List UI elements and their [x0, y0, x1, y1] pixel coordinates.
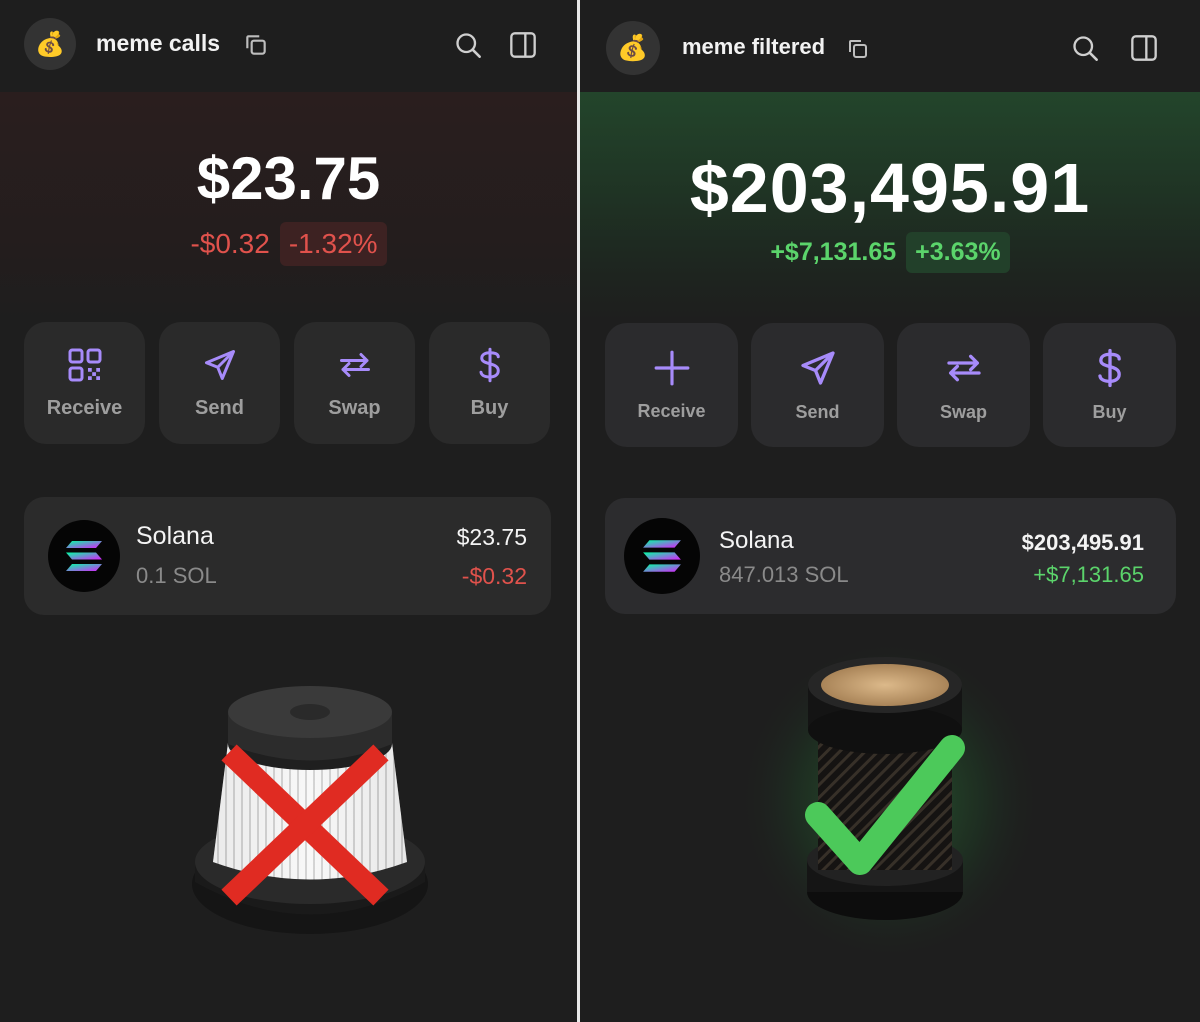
- swap-icon: [339, 352, 370, 377]
- left-wallet-panel: 💰 meme calls $23.75 -$0.32 -1.32% Receiv…: [0, 0, 577, 1022]
- token-name: Solana: [719, 527, 794, 554]
- solana-logo-icon: [624, 518, 700, 594]
- send-button[interactable]: Send: [159, 322, 280, 444]
- change-percent-badge: -1.32%: [279, 222, 387, 266]
- header-bar: 💰 meme filtered: [580, 0, 1200, 92]
- send-button[interactable]: Send: [751, 323, 884, 447]
- token-name: Solana: [136, 522, 214, 550]
- solana-logo-icon: [48, 520, 120, 592]
- buy-button[interactable]: Buy: [1043, 323, 1176, 447]
- wallet-avatar[interactable]: 💰: [24, 18, 76, 70]
- right-wallet-panel: 💰 meme filtered $203,495.91 +$7,131.65 +…: [580, 0, 1200, 1022]
- wallet-name[interactable]: meme filtered: [682, 34, 825, 60]
- token-value: $203,495.91: [1021, 530, 1144, 555]
- change-amount: -$0.32: [190, 228, 270, 259]
- wallet-avatar[interactable]: 💰: [606, 21, 660, 75]
- token-change: -$0.32: [461, 563, 527, 589]
- money-bag-icon: 💰: [35, 30, 65, 58]
- qr-code-icon: [68, 348, 101, 381]
- plus-icon: [654, 350, 689, 385]
- search-icon[interactable]: [1071, 34, 1099, 62]
- buy-button[interactable]: Buy: [429, 322, 550, 444]
- balance-section: $203,495.91 +$7,131.65 +3.63%: [580, 92, 1200, 322]
- total-balance: $203,495.91: [689, 149, 1091, 227]
- receive-label: Receive: [46, 396, 123, 419]
- sidebar-icon[interactable]: [509, 31, 537, 59]
- send-label: Send: [195, 396, 244, 419]
- swap-label: Swap: [328, 396, 381, 419]
- change-amount: +$7,131.65: [770, 238, 897, 266]
- total-balance: $23.75: [196, 145, 381, 212]
- token-row-solana[interactable]: Solana 0.1 SOL $23.75 -$0.32: [24, 497, 551, 615]
- swap-icon: [946, 354, 981, 381]
- action-buttons: Receive Send Swap Buy: [24, 322, 550, 444]
- search-icon[interactable]: [454, 31, 482, 59]
- filter-icon: [192, 686, 428, 934]
- filter-icon: [735, 635, 1045, 965]
- swap-button[interactable]: Swap: [294, 322, 415, 444]
- balance-change: -$0.32 -1.32%: [0, 222, 577, 266]
- buy-label: Buy: [1092, 401, 1127, 422]
- buy-label: Buy: [470, 396, 509, 419]
- receive-button[interactable]: Receive: [24, 322, 145, 444]
- send-icon: [800, 350, 835, 385]
- money-bag-icon: 💰: [617, 33, 649, 62]
- token-row-solana[interactable]: Solana 847.013 SOL $203,495.91 +$7,131.6…: [605, 498, 1176, 614]
- wallet-name[interactable]: meme calls: [96, 30, 220, 57]
- sidebar-icon[interactable]: [1130, 34, 1158, 62]
- token-amount: 0.1 SOL: [136, 563, 217, 588]
- token-amount: 847.013 SOL: [719, 562, 849, 587]
- token-value: $23.75: [456, 524, 527, 550]
- copy-icon[interactable]: [846, 37, 870, 61]
- dollar-icon: [479, 347, 500, 382]
- dollar-icon: [1097, 348, 1121, 387]
- copy-icon[interactable]: [243, 32, 269, 58]
- action-buttons: Receive Send Swap Buy: [605, 323, 1176, 447]
- token-change: +$7,131.65: [1033, 562, 1144, 587]
- swap-button[interactable]: Swap: [897, 323, 1030, 447]
- balance-section: $23.75 -$0.32 -1.32%: [0, 92, 577, 322]
- swap-label: Swap: [939, 401, 987, 422]
- send-label: Send: [795, 401, 840, 422]
- receive-label: Receive: [637, 400, 706, 421]
- change-percent-badge: +3.63%: [906, 232, 1010, 273]
- send-icon: [204, 349, 235, 380]
- receive-button[interactable]: Receive: [605, 323, 738, 447]
- header-bar: 💰 meme calls: [0, 0, 577, 92]
- balance-change: +$7,131.65 +3.63%: [580, 232, 1200, 273]
